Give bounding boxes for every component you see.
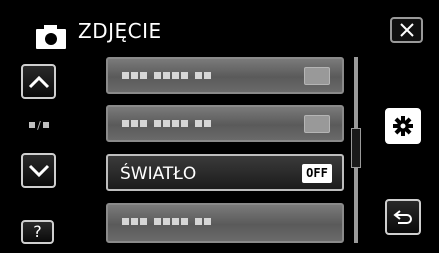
return-icon <box>393 210 412 224</box>
masked-label <box>122 72 211 79</box>
help-label: ? <box>33 222 42 241</box>
scrollbar-thumb[interactable] <box>351 128 361 168</box>
close-button[interactable] <box>390 17 423 43</box>
page-indicator-separator: / <box>37 118 41 132</box>
page-indicator-current <box>29 122 36 128</box>
settings-button[interactable] <box>385 108 421 144</box>
menu-item-label: ŚWIATŁO <box>120 164 197 184</box>
menu-item[interactable] <box>106 105 344 142</box>
masked-label <box>122 218 211 225</box>
camera-icon <box>36 24 66 49</box>
page-indicator-total <box>42 122 49 128</box>
arrow-up-icon <box>28 75 49 88</box>
menu-item-light[interactable]: ŚWIATŁO OFF <box>106 154 344 191</box>
masked-label <box>122 120 211 127</box>
back-button[interactable] <box>385 199 421 235</box>
scroll-up-button[interactable] <box>21 64 56 99</box>
menu-item[interactable] <box>106 203 344 243</box>
arrow-down-icon <box>28 164 49 177</box>
close-icon <box>399 23 414 37</box>
value-placeholder <box>304 67 330 85</box>
gear-icon <box>393 116 413 136</box>
value-badge: OFF <box>302 164 332 183</box>
help-button[interactable]: ? <box>21 220 54 244</box>
page-title: ZDJĘCIE <box>78 19 162 43</box>
scroll-down-button[interactable] <box>21 153 56 188</box>
value-placeholder <box>304 115 330 133</box>
menu-item[interactable] <box>106 57 344 94</box>
page-indicator: / <box>24 118 54 132</box>
